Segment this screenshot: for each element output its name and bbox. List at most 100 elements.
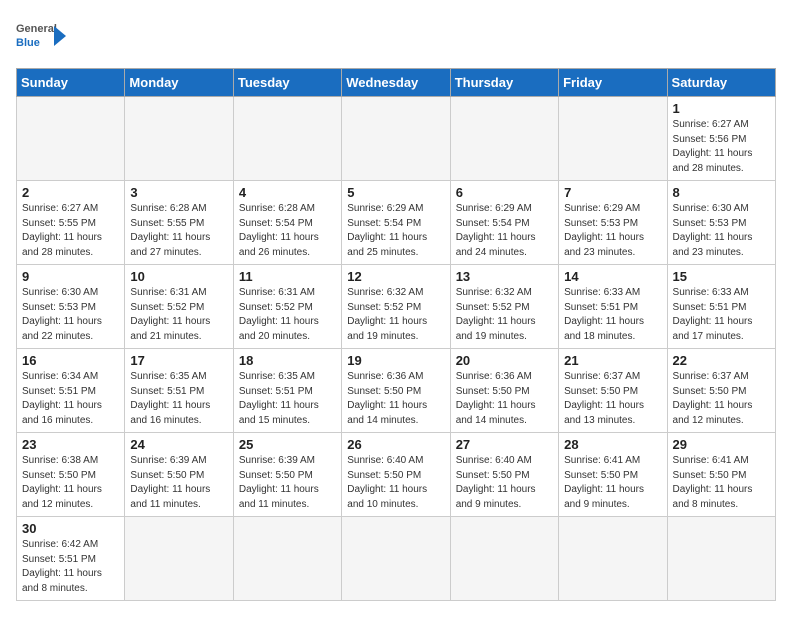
calendar-cell [125, 517, 233, 601]
day-number: 10 [130, 269, 227, 284]
cell-info: Sunrise: 6:31 AM Sunset: 5:52 PM Dayligh… [239, 286, 336, 344]
day-number: 3 [130, 185, 227, 200]
day-number: 19 [347, 353, 444, 368]
svg-text:Blue: Blue [16, 37, 40, 49]
day-number: 28 [564, 437, 661, 452]
generalblue-logo: General Blue [16, 16, 68, 58]
day-number: 1 [673, 101, 770, 116]
cell-info: Sunrise: 6:38 AM Sunset: 5:50 PM Dayligh… [22, 454, 119, 512]
calendar-cell [559, 517, 667, 601]
calendar-cell [17, 97, 125, 181]
cell-info: Sunrise: 6:28 AM Sunset: 5:54 PM Dayligh… [239, 202, 336, 260]
day-number: 29 [673, 437, 770, 452]
calendar-cell [233, 517, 341, 601]
calendar-table: SundayMondayTuesdayWednesdayThursdayFrid… [16, 68, 776, 601]
day-number: 6 [456, 185, 553, 200]
svg-text:General: General [16, 23, 57, 35]
cell-info: Sunrise: 6:40 AM Sunset: 5:50 PM Dayligh… [347, 454, 444, 512]
cell-info: Sunrise: 6:32 AM Sunset: 5:52 PM Dayligh… [347, 286, 444, 344]
calendar-cell: 1 Sunrise: 6:27 AM Sunset: 5:56 PM Daylig… [667, 97, 775, 181]
day-number: 23 [22, 437, 119, 452]
calendar-header: SundayMondayTuesdayWednesdayThursdayFrid… [17, 69, 776, 97]
cell-info: Sunrise: 6:27 AM Sunset: 5:55 PM Dayligh… [22, 202, 119, 260]
cell-info: Sunrise: 6:41 AM Sunset: 5:50 PM Dayligh… [673, 454, 770, 512]
calendar-cell: 15Sunrise: 6:33 AM Sunset: 5:51 PM Dayli… [667, 265, 775, 349]
calendar-cell [450, 97, 558, 181]
day-number: 5 [347, 185, 444, 200]
calendar-cell: 29 Sunrise: 6:41 AM Sunset: 5:50 PM Dayli… [667, 433, 775, 517]
cell-info: Sunrise: 6:29 AM Sunset: 5:54 PM Dayligh… [347, 202, 444, 260]
calendar-cell [125, 97, 233, 181]
day-number: 22 [673, 353, 770, 368]
cell-info: Sunrise: 6:36 AM Sunset: 5:50 PM Dayligh… [347, 370, 444, 428]
calendar-cell: 20Sunrise: 6:36 AM Sunset: 5:50 PM Dayli… [450, 349, 558, 433]
cell-info: Sunrise: 6:30 AM Sunset: 5:53 PM Dayligh… [22, 286, 119, 344]
cell-info: Sunrise: 6:29 AM Sunset: 5:53 PM Dayligh… [564, 202, 661, 260]
cell-info: Sunrise: 6:39 AM Sunset: 5:50 PM Dayligh… [239, 454, 336, 512]
calendar-cell: 27 Sunrise: 6:40 AM Sunset: 5:50 PM Dayli… [450, 433, 558, 517]
day-number: 27 [456, 437, 553, 452]
calendar-cell: 23 Sunrise: 6:38 AM Sunset: 5:50 PM Dayli… [17, 433, 125, 517]
calendar-cell: 11 Sunrise: 6:31 AM Sunset: 5:52 PM Dayli… [233, 265, 341, 349]
day-number: 11 [239, 269, 336, 284]
day-number: 8 [673, 185, 770, 200]
weekday-header-saturday: Saturday [667, 69, 775, 97]
cell-info: Sunrise: 6:35 AM Sunset: 5:51 PM Dayligh… [239, 370, 336, 428]
cell-info: Sunrise: 6:32 AM Sunset: 5:52 PM Dayligh… [456, 286, 553, 344]
day-number: 18 [239, 353, 336, 368]
cell-info: Sunrise: 6:42 AM Sunset: 5:51 PM Dayligh… [22, 538, 119, 596]
day-number: 17 [130, 353, 227, 368]
day-number: 9 [22, 269, 119, 284]
calendar-cell: 5 Sunrise: 6:29 AM Sunset: 5:54 PM Daylig… [342, 181, 450, 265]
calendar-cell [342, 97, 450, 181]
calendar-cell: 21 Sunrise: 6:37 AM Sunset: 5:50 PM Dayli… [559, 349, 667, 433]
cell-info: Sunrise: 6:29 AM Sunset: 5:54 PM Dayligh… [456, 202, 553, 260]
day-number: 12 [347, 269, 444, 284]
cell-info: Sunrise: 6:37 AM Sunset: 5:50 PM Dayligh… [564, 370, 661, 428]
day-number: 15 [673, 269, 770, 284]
weekday-header-sunday: Sunday [17, 69, 125, 97]
cell-info: Sunrise: 6:33 AM Sunset: 5:51 PM Dayligh… [564, 286, 661, 344]
calendar-cell: 2 Sunrise: 6:27 AM Sunset: 5:55 PM Daylig… [17, 181, 125, 265]
calendar-cell: 4 Sunrise: 6:28 AM Sunset: 5:54 PM Daylig… [233, 181, 341, 265]
calendar-cell: 9 Sunrise: 6:30 AM Sunset: 5:53 PM Daylig… [17, 265, 125, 349]
cell-info: Sunrise: 6:34 AM Sunset: 5:51 PM Dayligh… [22, 370, 119, 428]
day-number: 21 [564, 353, 661, 368]
calendar-cell [450, 517, 558, 601]
cell-info: Sunrise: 6:30 AM Sunset: 5:53 PM Dayligh… [673, 202, 770, 260]
calendar-cell: 16 Sunrise: 6:34 AM Sunset: 5:51 PM Dayli… [17, 349, 125, 433]
calendar-cell: 17Sunrise: 6:35 AM Sunset: 5:51 PM Dayli… [125, 349, 233, 433]
calendar-week-1: 2 Sunrise: 6:27 AM Sunset: 5:55 PM Daylig… [17, 181, 776, 265]
calendar-week-0: 1 Sunrise: 6:27 AM Sunset: 5:56 PM Daylig… [17, 97, 776, 181]
calendar-cell: 10Sunrise: 6:31 AM Sunset: 5:52 PM Dayli… [125, 265, 233, 349]
calendar-cell: 7 Sunrise: 6:29 AM Sunset: 5:53 PM Daylig… [559, 181, 667, 265]
calendar-week-4: 23 Sunrise: 6:38 AM Sunset: 5:50 PM Dayli… [17, 433, 776, 517]
calendar-week-3: 16 Sunrise: 6:34 AM Sunset: 5:51 PM Dayli… [17, 349, 776, 433]
calendar-cell: 25Sunrise: 6:39 AM Sunset: 5:50 PM Dayli… [233, 433, 341, 517]
weekday-header-thursday: Thursday [450, 69, 558, 97]
day-number: 13 [456, 269, 553, 284]
calendar-cell: 3 Sunrise: 6:28 AM Sunset: 5:55 PM Daylig… [125, 181, 233, 265]
logo: General Blue [16, 16, 68, 58]
cell-info: Sunrise: 6:40 AM Sunset: 5:50 PM Dayligh… [456, 454, 553, 512]
day-number: 2 [22, 185, 119, 200]
day-number: 20 [456, 353, 553, 368]
calendar-cell: 22Sunrise: 6:37 AM Sunset: 5:50 PM Dayli… [667, 349, 775, 433]
cell-info: Sunrise: 6:27 AM Sunset: 5:56 PM Dayligh… [673, 118, 770, 176]
calendar-cell [342, 517, 450, 601]
day-number: 16 [22, 353, 119, 368]
calendar-week-2: 9 Sunrise: 6:30 AM Sunset: 5:53 PM Daylig… [17, 265, 776, 349]
page-header: General Blue [16, 16, 776, 58]
calendar-cell: 18 Sunrise: 6:35 AM Sunset: 5:51 PM Dayli… [233, 349, 341, 433]
day-number: 14 [564, 269, 661, 284]
day-number: 26 [347, 437, 444, 452]
calendar-cell: 6 Sunrise: 6:29 AM Sunset: 5:54 PM Daylig… [450, 181, 558, 265]
calendar-cell: 12 Sunrise: 6:32 AM Sunset: 5:52 PM Dayli… [342, 265, 450, 349]
cell-info: Sunrise: 6:28 AM Sunset: 5:55 PM Dayligh… [130, 202, 227, 260]
calendar-cell: 28Sunrise: 6:41 AM Sunset: 5:50 PM Dayli… [559, 433, 667, 517]
calendar-week-5: 30Sunrise: 6:42 AM Sunset: 5:51 PM Dayli… [17, 517, 776, 601]
calendar-cell: 13 Sunrise: 6:32 AM Sunset: 5:52 PM Dayli… [450, 265, 558, 349]
day-number: 7 [564, 185, 661, 200]
day-number: 4 [239, 185, 336, 200]
calendar-cell: 30Sunrise: 6:42 AM Sunset: 5:51 PM Dayli… [17, 517, 125, 601]
